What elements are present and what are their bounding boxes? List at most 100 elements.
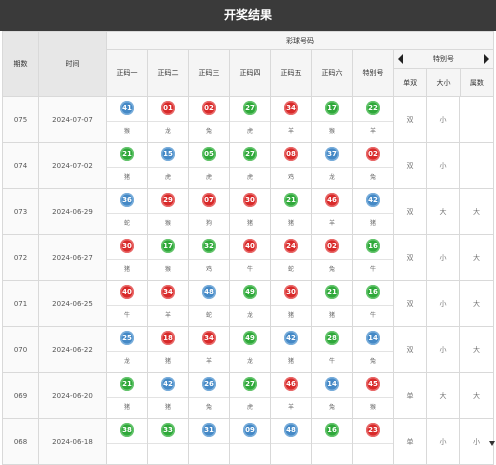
ball-cell: 42 猪 bbox=[352, 188, 394, 235]
zodiac-label: 虎 bbox=[148, 167, 188, 188]
ball-cell: 22 羊 bbox=[352, 96, 394, 143]
zodiac-label: 猴 bbox=[148, 213, 188, 234]
table-row: 069 2024-06-20 21 猪 42 猪 26 兔 27 虎 46 羊 14 兔 45 猴单大大 bbox=[2, 372, 495, 419]
ball-number: 48 bbox=[202, 285, 216, 299]
zodiac-label: 龙 bbox=[107, 351, 147, 372]
zodiac-label: 兔 bbox=[353, 167, 393, 188]
ball-number: 16 bbox=[325, 423, 339, 437]
ball-cell: 34 羊 bbox=[147, 280, 189, 327]
ball-header: 正码二 bbox=[147, 49, 189, 97]
ball-cell: 48 蛇 bbox=[188, 280, 230, 327]
ball-number: 21 bbox=[120, 147, 134, 161]
ball-cell: 34 羊 bbox=[188, 326, 230, 373]
results-panel: 开奖结果 期数 时间 彩球号码 正码一 正码二 正码三 正码四 正码五 正码六 … bbox=[0, 0, 496, 465]
period-cell: 068 bbox=[2, 418, 39, 465]
table-row: 070 2024-06-22 25 龙 18 猪 34 羊 49 龙 42 猪 28 牛 14 兔双小大 bbox=[2, 326, 495, 373]
scroll-down-icon[interactable] bbox=[489, 441, 495, 446]
ball-cell: 21 猪 bbox=[106, 142, 148, 189]
zodiac-label: 蛇 bbox=[107, 213, 147, 234]
ball-number: 24 bbox=[284, 239, 298, 253]
special-header: 特别号 单双 大小 属数 bbox=[392, 49, 495, 97]
ball-number: 40 bbox=[120, 285, 134, 299]
ball-number: 34 bbox=[161, 285, 175, 299]
ball-cell: 42 猪 bbox=[147, 372, 189, 419]
ball-number: 21 bbox=[284, 193, 298, 207]
ball-cell: 40 牛 bbox=[106, 280, 148, 327]
ball-cell: 32 鸡 bbox=[188, 234, 230, 281]
ball-number: 01 bbox=[161, 101, 175, 115]
ball-number: 21 bbox=[325, 285, 339, 299]
table-row: 071 2024-06-25 40 牛 34 羊 48 蛇 49 龙 30 猪 21 猪 16 牛双小大 bbox=[2, 280, 495, 327]
odd-even-cell: 双 bbox=[393, 280, 427, 327]
ball-cell: 48 bbox=[270, 418, 312, 465]
zodiac-label: 兔 bbox=[189, 121, 229, 142]
ball-cell: 33 bbox=[147, 418, 189, 465]
ball-number: 29 bbox=[161, 193, 175, 207]
period-header: 期数 bbox=[2, 31, 39, 97]
date-cell: 2024-06-25 bbox=[38, 280, 107, 327]
ball-cell: 27 虎 bbox=[229, 96, 271, 143]
ball-number: 21 bbox=[120, 377, 134, 391]
ball-group-header: 彩球号码 bbox=[105, 31, 495, 50]
odd-even-cell: 单 bbox=[393, 372, 427, 419]
ball-number: 31 bbox=[202, 423, 216, 437]
ball-cell: 34 羊 bbox=[270, 96, 312, 143]
ball-number: 49 bbox=[243, 331, 257, 345]
zodiac-label: 兔 bbox=[312, 397, 352, 418]
zodiac-count-cell bbox=[458, 96, 495, 143]
ball-cell: 16 牛 bbox=[352, 234, 394, 281]
ball-number: 41 bbox=[120, 101, 134, 115]
zodiac-count-cell: 大 bbox=[458, 372, 495, 419]
ball-number: 30 bbox=[284, 285, 298, 299]
zodiac-header: 属数 bbox=[459, 69, 493, 96]
zodiac-count-cell: 大 bbox=[458, 234, 495, 281]
ball-cell: 09 bbox=[229, 418, 271, 465]
ball-number: 14 bbox=[366, 331, 380, 345]
zodiac-label: 羊 bbox=[271, 121, 311, 142]
big-small-cell: 小 bbox=[426, 326, 460, 373]
ball-cell: 16 牛 bbox=[352, 280, 394, 327]
odd-even-cell: 双 bbox=[393, 234, 427, 281]
ball-number: 28 bbox=[325, 331, 339, 345]
table-row: 075 2024-07-07 41 猴 01 龙 02 兔 27 虎 34 羊 17 猴 22 羊双小 bbox=[2, 96, 495, 143]
ball-cell: 49 龙 bbox=[229, 326, 271, 373]
ball-cell: 05 虎 bbox=[188, 142, 230, 189]
period-cell: 074 bbox=[2, 142, 39, 189]
ball-cell: 07 狗 bbox=[188, 188, 230, 235]
ball-number: 17 bbox=[161, 239, 175, 253]
ball-number: 15 bbox=[161, 147, 175, 161]
ball-number: 30 bbox=[243, 193, 257, 207]
ball-cell: 18 猪 bbox=[147, 326, 189, 373]
zodiac-label: 猪 bbox=[312, 305, 352, 326]
zodiac-label: 猪 bbox=[148, 351, 188, 372]
odd-even-cell: 双 bbox=[393, 142, 427, 189]
ball-cell: 45 猴 bbox=[352, 372, 394, 419]
zodiac-label: 猪 bbox=[107, 167, 147, 188]
zodiac-label: 羊 bbox=[353, 121, 393, 142]
zodiac-count-cell: 大 bbox=[458, 188, 495, 235]
big-small-cell: 小 bbox=[426, 142, 460, 189]
ball-cell: 21 猪 bbox=[106, 372, 148, 419]
ball-number: 26 bbox=[202, 377, 216, 391]
ball-cell: 02 兔 bbox=[352, 142, 394, 189]
ball-header: 正码一 bbox=[106, 49, 148, 97]
zodiac-label: 龙 bbox=[230, 351, 270, 372]
ball-header: 正码三 bbox=[188, 49, 230, 97]
ball-cell: 02 兔 bbox=[188, 96, 230, 143]
zodiac-label: 牛 bbox=[107, 305, 147, 326]
date-cell: 2024-07-07 bbox=[38, 96, 107, 143]
zodiac-label: 虎 bbox=[230, 121, 270, 142]
zodiac-label: 兔 bbox=[312, 259, 352, 280]
ball-cell: 38 bbox=[106, 418, 148, 465]
big-small-cell: 大 bbox=[426, 372, 460, 419]
table-row: 068 2024-06-18 38 33 31 09 48 16 23 单小小 bbox=[2, 418, 495, 465]
ball-number: 23 bbox=[366, 423, 380, 437]
ball-number: 34 bbox=[284, 101, 298, 115]
next-arrow-icon[interactable] bbox=[484, 54, 490, 64]
ball-number: 22 bbox=[366, 101, 380, 115]
period-cell: 075 bbox=[2, 96, 39, 143]
prev-arrow-icon[interactable] bbox=[398, 54, 403, 64]
ball-cell: 40 牛 bbox=[229, 234, 271, 281]
ball-header: 特别号 bbox=[352, 49, 394, 97]
ball-number: 40 bbox=[243, 239, 257, 253]
